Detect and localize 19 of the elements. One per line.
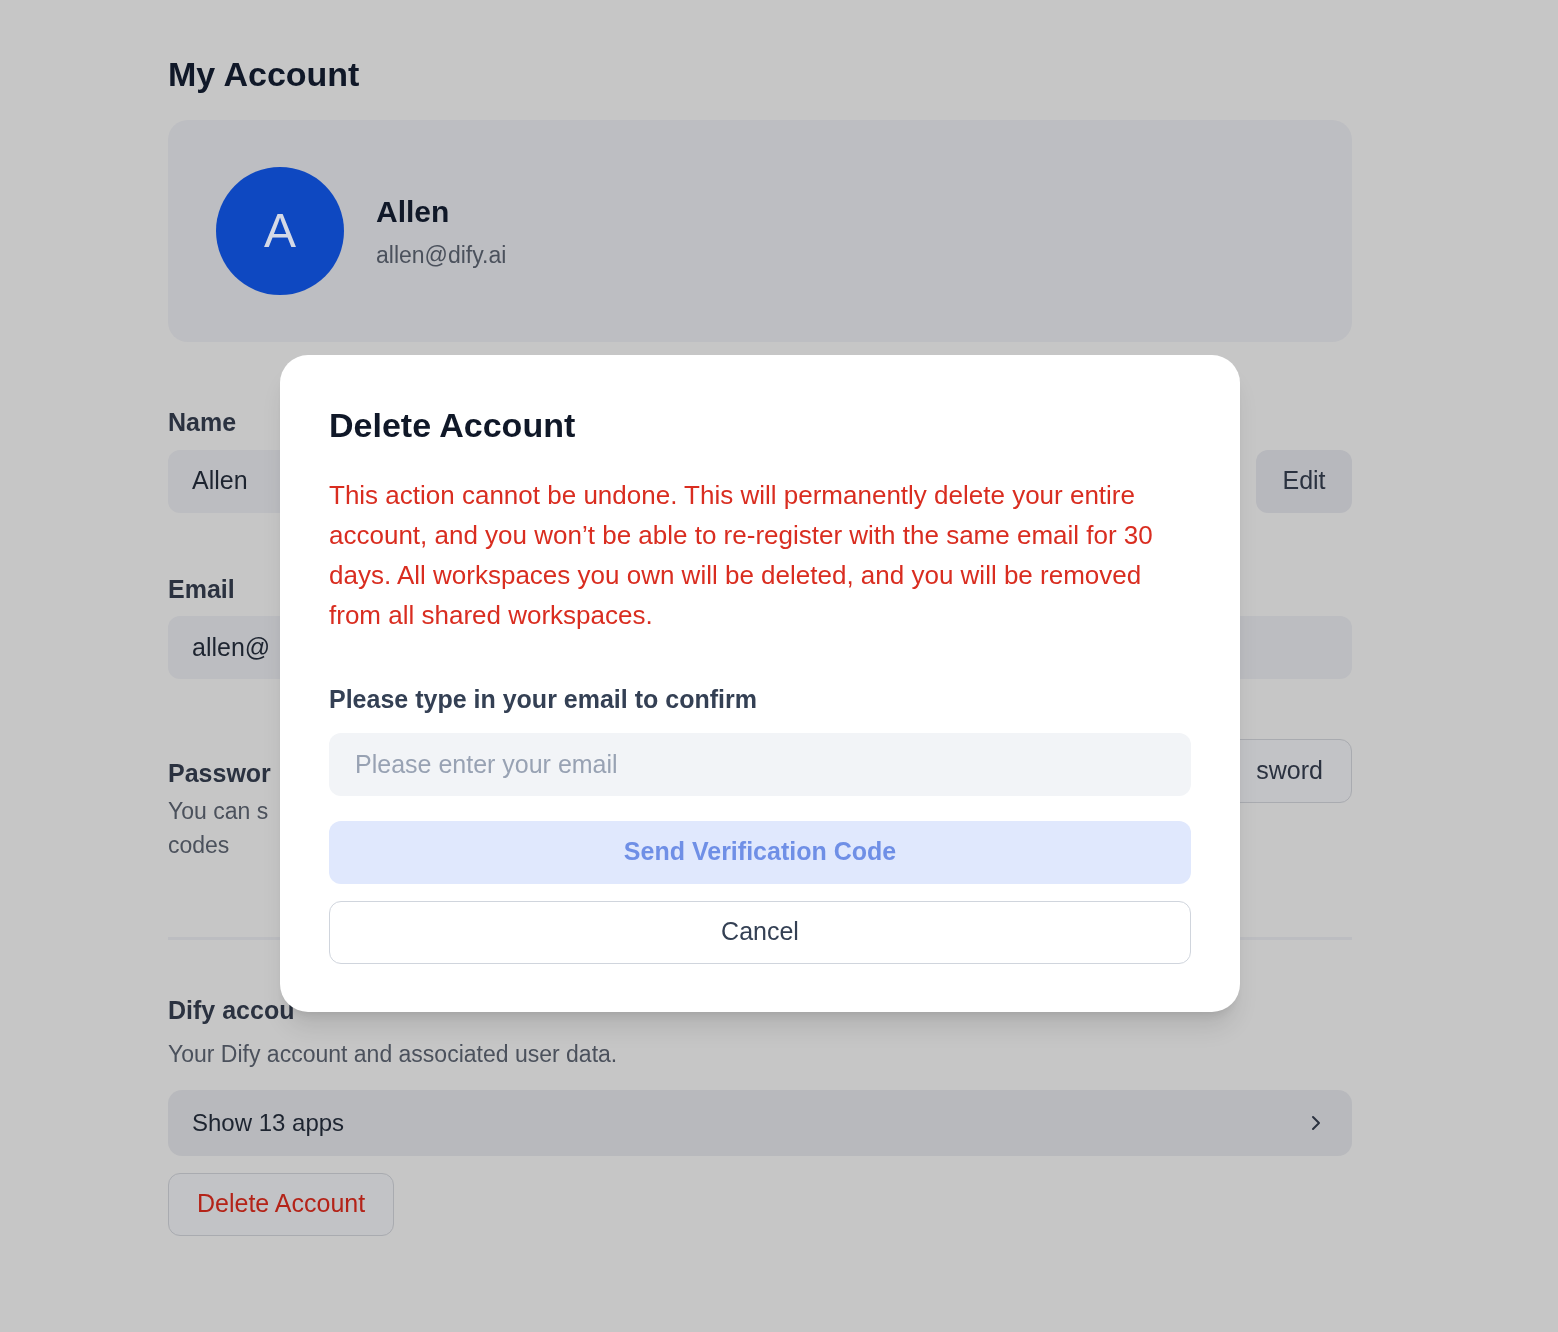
confirm-label: Please type in your email to confirm xyxy=(329,684,758,715)
profile-name: Allen xyxy=(376,194,451,231)
page-title: My Account xyxy=(168,54,360,95)
email-input[interactable]: Please enter your email xyxy=(329,732,1191,796)
section-description: Your Dify account and associated user data. xyxy=(168,1040,618,1069)
delete-account-button[interactable]: Delete Account xyxy=(168,1172,395,1236)
edit-button[interactable]: Edit xyxy=(1256,449,1352,513)
avatar: A xyxy=(216,167,344,295)
field-label: Passwor xyxy=(168,758,271,789)
cancel-button[interactable]: Cancel xyxy=(329,900,1191,964)
section-title: Dify accou xyxy=(168,994,295,1026)
password-description: You can s xyxy=(168,796,270,826)
field-label: Name xyxy=(168,407,237,438)
show-apps-button[interactable]: Show 13 apps xyxy=(168,1089,1352,1156)
profile-email: allen@dify.ai xyxy=(376,241,507,271)
field-label: Email xyxy=(168,573,235,605)
dialog-title: Delete Account xyxy=(329,405,577,446)
warning-text: This action cannot be undone. This will permanently delete your entire account, and you won’t be able to re-register with the same email for 30 days. All workspaces you own will be deleted, and you will be removed from all shared workspaces. xyxy=(329,479,1154,632)
password-description: codes xyxy=(168,830,231,860)
